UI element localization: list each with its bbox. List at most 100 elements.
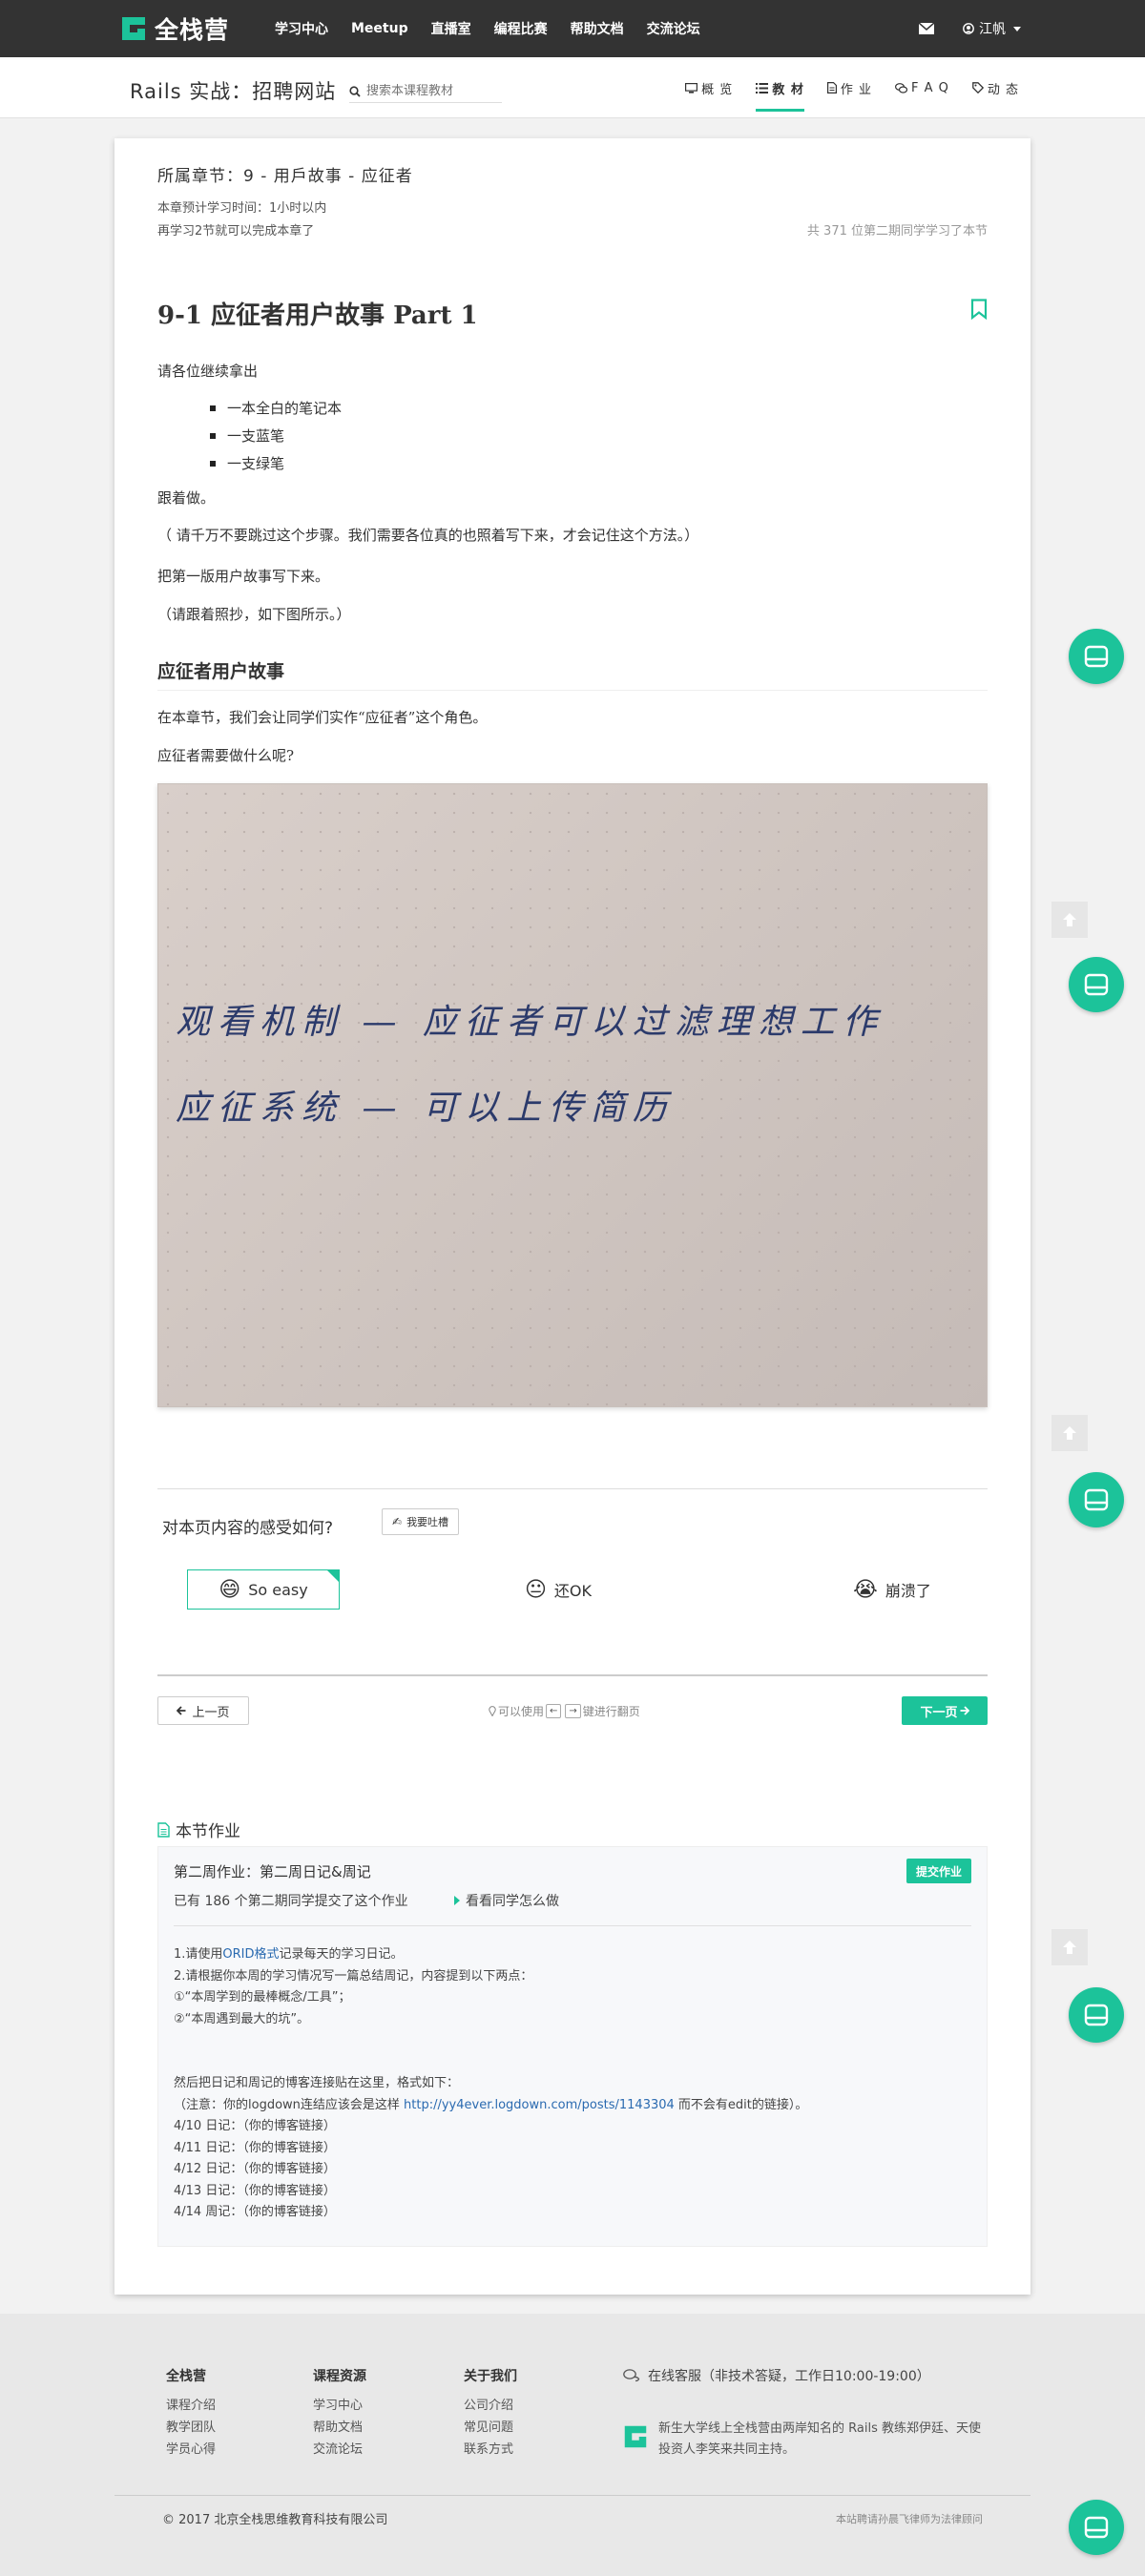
paragraph: （ 请千万不要跳过这个步骤。我们需要各位真的也照着写下来，才会记住这个方法。） bbox=[157, 527, 699, 544]
prev-page-button[interactable]: 上一页 bbox=[157, 1696, 249, 1725]
monitor-icon bbox=[685, 82, 698, 93]
nav-learning-center[interactable]: 学习中心 bbox=[275, 19, 328, 38]
paragraph: 跟着做。 bbox=[157, 489, 216, 507]
tab-label: F A Q bbox=[910, 80, 949, 95]
feedback-option-crash[interactable]: 😭 崩溃了 bbox=[830, 1569, 954, 1610]
instruction-text: 然后把日记和周记的博客连接贴在这里，格式如下： bbox=[174, 2076, 460, 2090]
estimated-time: 本章预计学习时间：1小时以内 bbox=[157, 201, 327, 216]
see-classmates-link[interactable]: 看看同学怎么做 bbox=[454, 1891, 559, 1910]
legal-notice: 本站聘请孙晨飞律师为法律顾问 bbox=[836, 2513, 983, 2525]
chat-button[interactable] bbox=[1069, 629, 1124, 684]
crying-emoji-icon: 😭 bbox=[853, 1577, 878, 1602]
divider bbox=[174, 1925, 971, 1926]
mail-icon[interactable] bbox=[919, 23, 934, 34]
chat-icon bbox=[1084, 2516, 1109, 2539]
footer-heading: 全栈营 bbox=[166, 2369, 206, 2384]
next-page-button[interactable]: 下一页 bbox=[902, 1696, 988, 1725]
chat-icon bbox=[1084, 1488, 1109, 1511]
footer-link[interactable]: 教学团队 bbox=[166, 2417, 216, 2439]
back-to-top-button[interactable] bbox=[1051, 902, 1088, 938]
hand-icon: ✍ bbox=[392, 1515, 403, 1528]
submit-homework-button[interactable]: 提交作业 bbox=[906, 1859, 971, 1883]
instruction-text: ②“本周遇到最大的坑”。 bbox=[174, 2011, 310, 2026]
arrow-left-icon bbox=[177, 1706, 186, 1715]
tab-label: 动 态 bbox=[987, 82, 1019, 97]
footer-link[interactable]: 交流论坛 bbox=[313, 2439, 366, 2461]
footer-link[interactable]: 帮助文档 bbox=[313, 2417, 366, 2439]
feedback-option-easy[interactable]: 😄 So easy bbox=[187, 1569, 340, 1610]
footer-col-resources: 课程资源 学习中心 帮助文档 交流论坛 bbox=[313, 2366, 366, 2461]
divider bbox=[157, 1674, 988, 1676]
bookmark-icon[interactable] bbox=[970, 299, 988, 320]
entry-line: 4/11 日记：（你的博客链接） bbox=[174, 2140, 336, 2155]
tab-faq[interactable]: F A Q bbox=[894, 73, 949, 102]
chat-button[interactable] bbox=[1069, 1472, 1124, 1527]
online-service[interactable]: 在线客服（非技术答疑，工作日10:00-19:00） bbox=[623, 2366, 930, 2385]
key-left: ← bbox=[546, 1704, 562, 1718]
chat-button[interactable] bbox=[1069, 957, 1124, 1012]
chat-button[interactable] bbox=[1069, 2500, 1124, 2555]
nav-contest[interactable]: 编程比赛 bbox=[494, 19, 548, 38]
complain-label: 我要吐槽 bbox=[406, 1516, 449, 1528]
arrow-up-icon bbox=[1063, 1426, 1076, 1440]
service-text: 在线客服（非技术答疑，工作日10:00-19:00） bbox=[648, 2369, 930, 2384]
supplies-list: 一本全白的笔记本 一支蓝笔 一支绿笔 bbox=[210, 394, 342, 477]
paragraph: （请跟着照抄，如下图所示。） bbox=[157, 606, 351, 623]
nav-help-docs[interactable]: 帮助文档 bbox=[571, 19, 624, 38]
logdown-example-link[interactable]: http://yy4ever.logdown.com/posts/1143304 bbox=[404, 2098, 675, 2112]
footer-link[interactable]: 公司介绍 bbox=[464, 2395, 517, 2417]
list-icon bbox=[756, 82, 769, 93]
feedback-option-ok[interactable]: 😐 还OK bbox=[506, 1569, 611, 1610]
lesson-card: 所属章节：9 - 用戶故事 - 应征者 本章预计学习时间：1小时以内 再学习2节… bbox=[114, 138, 1030, 2295]
copyright: © 2017 北京全栈思维教育科技有限公司 bbox=[162, 2513, 388, 2527]
footer-link[interactable]: 联系方式 bbox=[464, 2439, 517, 2461]
entry-line: 4/14 周记：（你的博客链接） bbox=[174, 2205, 336, 2219]
instruction-text: 1.请使用 bbox=[174, 1947, 223, 1962]
chapter-breadcrumb[interactable]: 所属章节：9 - 用戶故事 - 应征者 bbox=[157, 162, 988, 186]
feedback-question: 对本页内容的感受如何? bbox=[162, 1519, 334, 1538]
tab-homework[interactable]: 作 业 bbox=[826, 73, 872, 102]
user-name: 江帆 bbox=[979, 22, 1006, 37]
divider bbox=[114, 2495, 1030, 2496]
tab-activity[interactable]: 动 态 bbox=[972, 73, 1019, 102]
tab-overview[interactable]: 概 览 bbox=[685, 73, 733, 102]
user-menu[interactable]: 江帆 bbox=[963, 19, 1021, 38]
footer-link[interactable]: 课程介绍 bbox=[166, 2395, 216, 2417]
tab-label: 概 览 bbox=[701, 82, 734, 97]
entry-line: 4/12 日记：（你的博客链接） bbox=[174, 2162, 336, 2176]
paragraph: 把第一版用户故事写下来。 bbox=[157, 568, 330, 585]
submitted-count: 已有 186 个第二期同学提交了这个作业 bbox=[174, 1894, 408, 1909]
back-to-top-button[interactable] bbox=[1051, 1929, 1088, 1965]
nav-forum[interactable]: 交流论坛 bbox=[647, 19, 700, 38]
search-input[interactable] bbox=[366, 84, 490, 98]
nav-live-room[interactable]: 直播室 bbox=[431, 19, 471, 38]
feedback-option-label: So easy bbox=[248, 1580, 308, 1599]
chat-button[interactable] bbox=[1069, 1987, 1124, 2043]
arrow-right-icon bbox=[960, 1706, 969, 1715]
tab-label: 作 业 bbox=[840, 82, 872, 97]
divider bbox=[157, 690, 988, 691]
complain-button[interactable]: ✍ 我要吐槽 bbox=[382, 1508, 460, 1535]
keyboard-hint: 可以使用 ← → 键进行翻页 bbox=[489, 1703, 640, 1719]
list-item: 一支绿笔 bbox=[210, 449, 342, 477]
footer-link[interactable]: 学习中心 bbox=[313, 2395, 366, 2417]
tab-materials[interactable]: 教 材 bbox=[756, 73, 804, 112]
instruction-text: ①“本周学到的最棒概念/工具”； bbox=[174, 1990, 351, 2005]
footer-logo-icon bbox=[624, 2425, 647, 2448]
divider bbox=[157, 1488, 988, 1489]
footer-link[interactable]: 学员心得 bbox=[166, 2439, 216, 2461]
paragraph: 请各位继续拿出 bbox=[157, 363, 259, 380]
footer-link[interactable]: 常见问题 bbox=[464, 2417, 517, 2439]
arrow-up-icon bbox=[1063, 913, 1076, 926]
arrow-up-icon bbox=[1063, 1941, 1076, 1954]
instruction-text: （注意：你的logdown连结应该会是这样 bbox=[174, 2097, 405, 2112]
nav-meetup[interactable]: Meetup bbox=[351, 21, 408, 36]
orid-link[interactable]: ORID格式 bbox=[222, 1947, 279, 1962]
site-footer: 全栈营 课程介绍 教学团队 学员心得 课程资源 学习中心 帮助文档 交流论坛 关… bbox=[0, 2314, 1145, 2576]
instruction-text: 而不会有edit的链接）。 bbox=[674, 2097, 808, 2112]
back-to-top-button[interactable] bbox=[1051, 1415, 1088, 1451]
logo-icon bbox=[122, 17, 145, 40]
handwritten-line: 观看机制 — 应征者可以过滤理想工作 bbox=[176, 1003, 885, 1042]
brand-logo[interactable]: 全栈营 bbox=[118, 11, 229, 46]
course-title[interactable]: Rails 实战：招聘网站 bbox=[130, 76, 336, 105]
